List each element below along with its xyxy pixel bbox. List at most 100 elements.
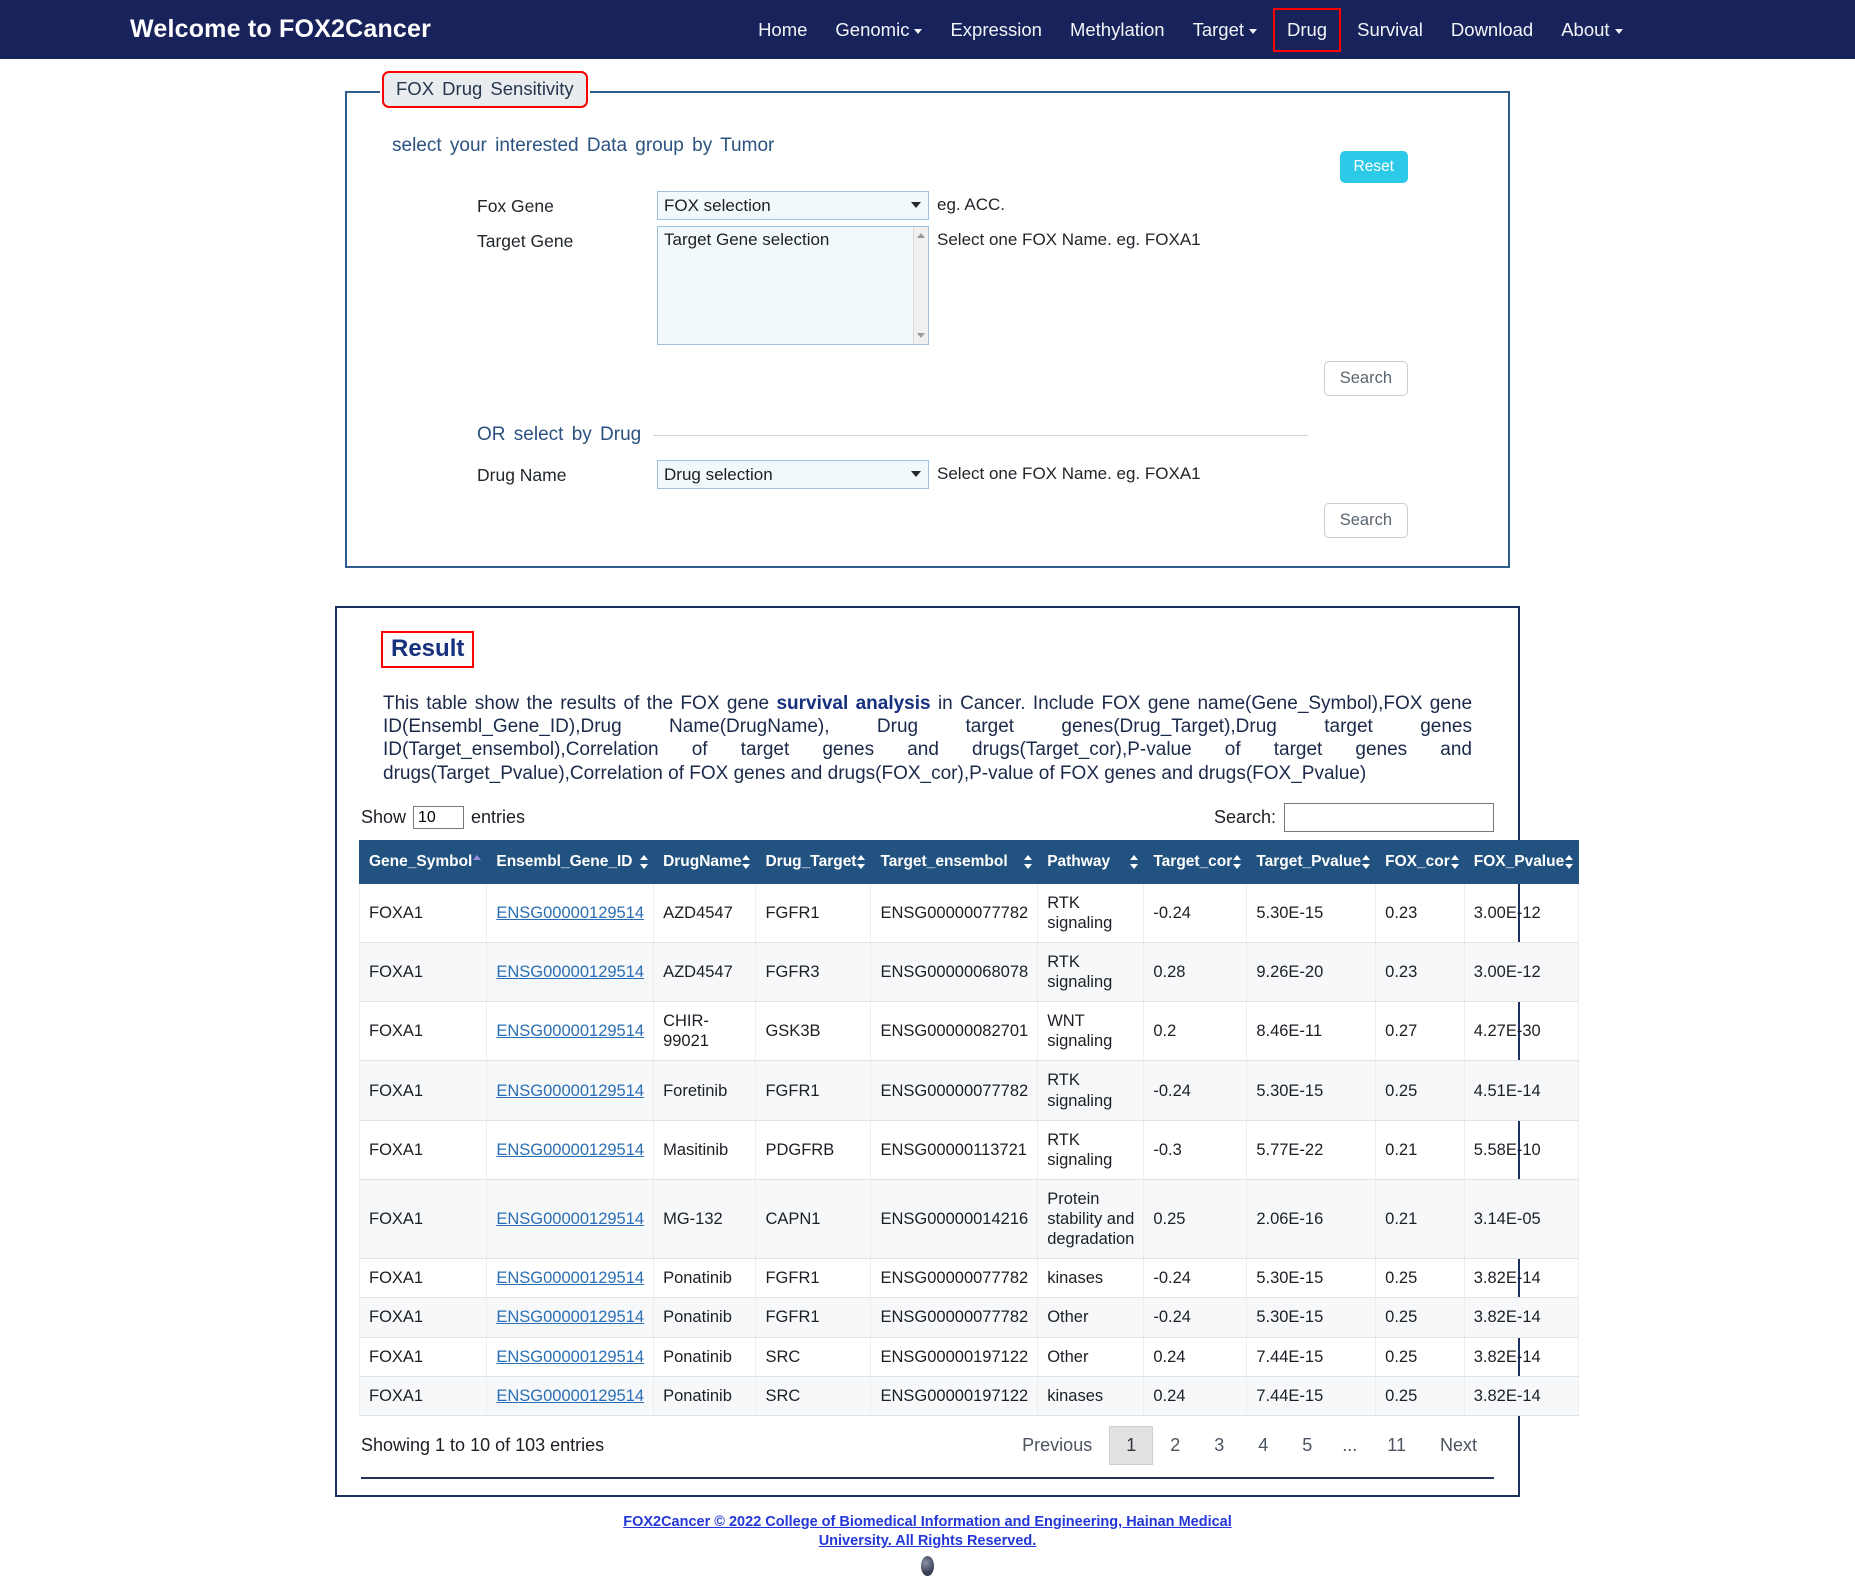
- nav-item-methylation[interactable]: Methylation: [1056, 12, 1179, 48]
- show-label: Show: [361, 806, 407, 827]
- divider-rule: [653, 434, 1309, 436]
- drug-name-select-wrap[interactable]: Drug selection: [657, 460, 929, 489]
- nav-item-about[interactable]: About: [1547, 12, 1636, 48]
- column-header-target_pvalue[interactable]: Target_Pvalue: [1246, 839, 1377, 884]
- column-header-pathway[interactable]: Pathway: [1037, 839, 1145, 884]
- nav-item-label: Methylation: [1069, 18, 1165, 40]
- ensembl-gene-link[interactable]: ENSG00000129514: [496, 1269, 644, 1287]
- nav-item-download[interactable]: Download: [1437, 12, 1547, 48]
- pagination-page-2[interactable]: 2: [1153, 1426, 1197, 1465]
- cell-target_ensembol: ENSG00000068078: [870, 942, 1039, 1003]
- drug-name-select[interactable]: Drug selection: [657, 460, 929, 489]
- scroll-down-icon[interactable]: [917, 333, 925, 338]
- ensembl-gene-link[interactable]: ENSG00000129514: [496, 1308, 644, 1326]
- scroll-up-icon[interactable]: [917, 233, 925, 238]
- cell-fox_pvalue: 3.00E-12: [1463, 942, 1580, 1003]
- column-header-target_cor[interactable]: Target_cor: [1143, 839, 1248, 884]
- target-gene-row: Target Gene Target Gene selection Select…: [477, 226, 1508, 345]
- ensembl-gene-link[interactable]: ENSG00000129514: [496, 1348, 644, 1366]
- pagination: Previous 1 2 3 4 5... 11 Next: [1005, 1425, 1494, 1465]
- cell-target_pvalue: 5.30E-15: [1246, 1060, 1377, 1121]
- cell-fox_cor: 0.23: [1375, 883, 1465, 943]
- nav-item-label: Home: [758, 18, 808, 40]
- search-button-drug[interactable]: Search: [1323, 503, 1408, 538]
- cell-fox_cor: 0.21: [1375, 1179, 1465, 1260]
- nav-item-label: Target: [1192, 18, 1244, 40]
- cell-drugname: Ponatinib: [653, 1376, 757, 1416]
- pagination-page-11[interactable]: 11: [1370, 1426, 1423, 1465]
- ensembl-gene-link[interactable]: ENSG00000129514: [496, 1082, 644, 1100]
- column-header-gene_symbol[interactable]: Gene_Symbol: [358, 839, 488, 884]
- pagination-page-5[interactable]: 5: [1285, 1426, 1329, 1465]
- chevron-down-icon: [914, 29, 923, 34]
- column-header-drug_target[interactable]: Drug_Target: [755, 839, 872, 884]
- column-header-fox_cor[interactable]: FOX_cor: [1375, 839, 1465, 884]
- fox-gene-select-wrap[interactable]: FOX selection: [657, 191, 929, 220]
- nav-item-target[interactable]: Target: [1179, 12, 1271, 48]
- pagination-page-3[interactable]: 3: [1197, 1426, 1241, 1465]
- ensembl-gene-link[interactable]: ENSG00000129514: [496, 1141, 644, 1159]
- target-gene-listbox-option[interactable]: Target Gene selection: [664, 230, 928, 250]
- cell-pathway: Protein stability and degradation: [1037, 1179, 1145, 1260]
- cell-target_pvalue: 7.44E-15: [1246, 1376, 1377, 1416]
- table-head: Gene_Symbol Ensembl_Gene_ID DrugName Drug_T…: [358, 839, 1580, 884]
- pagination-page-1[interactable]: 1: [1109, 1425, 1154, 1465]
- top-navbar: Welcome to FOX2Cancer Home Genomic Express…: [0, 0, 1855, 59]
- cell-drugname: Ponatinib: [653, 1337, 757, 1377]
- cell-target_pvalue: 5.77E-22: [1246, 1120, 1377, 1180]
- cell-drug_target: FGFR1: [755, 1060, 872, 1121]
- nav-item-label: Drug: [1287, 18, 1328, 40]
- cell-drug_target: FGFR1: [755, 1258, 872, 1299]
- nav-item-home[interactable]: Home: [744, 12, 821, 48]
- cell-target_ensembol: ENSG00000077782: [870, 1060, 1039, 1121]
- nav-item-expression[interactable]: Expression: [936, 12, 1056, 48]
- cell-target_cor: 0.25: [1143, 1179, 1248, 1260]
- table-search-control: Search:: [1214, 802, 1494, 832]
- page-title: Result: [391, 635, 465, 662]
- ensembl-gene-link[interactable]: ENSG00000129514: [496, 1210, 644, 1228]
- listbox-scrollbar[interactable]: [913, 227, 928, 344]
- column-header-drugname[interactable]: DrugName: [653, 839, 757, 884]
- search-button-gene[interactable]: Search: [1323, 361, 1408, 396]
- sort-arrows-icon: [1450, 854, 1460, 870]
- table-search-input[interactable]: [1284, 802, 1494, 832]
- page-length-control: Show 102550100 entries: [361, 805, 525, 829]
- page-length-select[interactable]: 102550100: [413, 805, 465, 829]
- cell-gene_symbol: FOXA1: [358, 1060, 488, 1121]
- sort-arrows-icon: [1362, 854, 1371, 870]
- cell-pathway: RTK signaling: [1037, 883, 1145, 943]
- target-gene-listbox[interactable]: Target Gene selection: [657, 226, 929, 345]
- cell-gene_symbol: FOXA1: [358, 1120, 488, 1180]
- nav-item-drug[interactable]: Drug: [1273, 7, 1342, 52]
- ensembl-gene-link[interactable]: ENSG00000129514: [496, 1022, 644, 1040]
- cell-drugname: Ponatinib: [653, 1258, 757, 1299]
- nav-item-survival[interactable]: Survival: [1343, 12, 1437, 48]
- column-header-ensembl_gene_id[interactable]: Ensembl_Gene_ID: [486, 839, 655, 884]
- footer-link[interactable]: FOX2Cancer © 2022 College of Biomedical …: [623, 1514, 1232, 1550]
- reset-button[interactable]: Reset: [1339, 151, 1408, 183]
- cell-ensembl_gene_id: ENSG00000129514: [486, 883, 655, 943]
- column-header-target_ensembol[interactable]: Target_ensembol: [870, 839, 1039, 884]
- cell-drugname: Masitinib: [653, 1120, 757, 1180]
- cell-gene_symbol: FOXA1: [358, 1376, 488, 1416]
- cell-ensembl_gene_id: ENSG00000129514: [486, 1258, 655, 1299]
- pagination-next[interactable]: Next: [1423, 1426, 1494, 1465]
- target-gene-hint: Select one FOX Name. eg. FOXA1: [937, 230, 1201, 249]
- cell-target_ensembol: ENSG00000197122: [870, 1337, 1039, 1377]
- cell-fox_pvalue: 3.82E-14: [1463, 1376, 1580, 1416]
- cell-target_pvalue: 5.30E-15: [1246, 1297, 1377, 1338]
- pagination-page-4[interactable]: 4: [1241, 1426, 1285, 1465]
- cell-drug_target: PDGFRB: [755, 1120, 872, 1180]
- cell-target_cor: 0.28: [1143, 942, 1248, 1003]
- chevron-down-icon: [1249, 29, 1257, 34]
- ensembl-gene-link[interactable]: ENSG00000129514: [496, 963, 644, 981]
- column-header-fox_pvalue[interactable]: FOX_Pvalue: [1463, 839, 1580, 884]
- pagination-previous[interactable]: Previous: [1005, 1426, 1109, 1465]
- cell-target_pvalue: 5.30E-15: [1246, 1258, 1377, 1299]
- fox-gene-select[interactable]: FOX selection: [657, 191, 929, 220]
- ensembl-gene-link[interactable]: ENSG00000129514: [496, 904, 644, 922]
- nav-item-genomic[interactable]: Genomic: [821, 12, 936, 48]
- drug-name-row: Drug Name Drug selection Select one FOX …: [477, 460, 1508, 489]
- ensembl-gene-link[interactable]: ENSG00000129514: [496, 1387, 644, 1405]
- drug-name-label: Drug Name: [477, 465, 567, 485]
